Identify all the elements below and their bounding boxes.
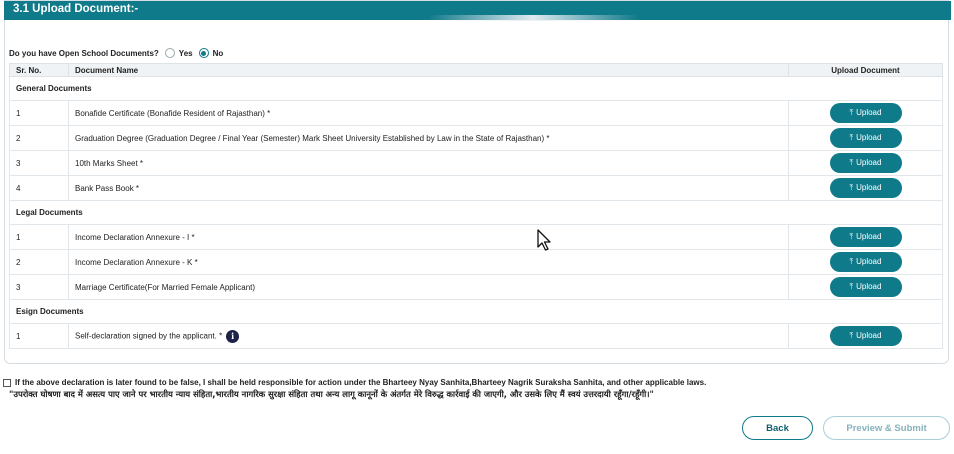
table-row: 4 Bank Pass Book * ⤒ Upload xyxy=(9,175,943,201)
upload-button[interactable]: ⤒ Upload xyxy=(829,128,902,148)
table-row: 1 Bonafide Certificate (Bonafide Resident… xyxy=(9,100,943,126)
table-row: 3 Marriage Certificate(For Married Female… xyxy=(9,274,943,300)
row-upload-cell: ⤒ Upload xyxy=(788,224,943,250)
row-document-name-cell: Bank Pass Book * xyxy=(68,175,789,201)
row-document-name-cell: Income Declaration Annexure - K * xyxy=(68,249,789,275)
upload-arrow-icon: ⤒ xyxy=(849,282,854,291)
question-label: Do you have Open School Documents? xyxy=(9,48,159,58)
upload-button-label: Upload xyxy=(856,257,882,266)
table-header-row: Sr. No. Document Name Upload Document xyxy=(9,63,943,77)
upload-button[interactable]: ⤒ Upload xyxy=(829,227,902,247)
panel-header: 3.1 Upload Document:- xyxy=(4,1,951,21)
row-sr-no: 1 xyxy=(9,224,69,250)
row-document-name-cell: Bonafide Certificate (Bonafide Resident … xyxy=(68,100,789,126)
row-document-name-cell: 10th Marks Sheet * xyxy=(68,150,789,176)
upload-button[interactable]: ⤒ Upload xyxy=(829,153,902,173)
upload-button[interactable]: ⤒ Upload xyxy=(829,103,902,123)
upload-button[interactable]: ⤒ Upload xyxy=(829,252,902,272)
row-document-name: 10th Marks Sheet * xyxy=(75,158,144,168)
table-row: 3 10th Marks Sheet * ⤒ Upload xyxy=(9,150,943,176)
declaration-english: If the above declaration is later found … xyxy=(15,378,707,387)
row-document-name: Bonafide Certificate (Bonafide Resident … xyxy=(75,108,271,118)
row-document-name: Income Declaration Annexure - I * xyxy=(75,232,195,242)
upload-button-label: Upload xyxy=(856,331,882,340)
row-upload-cell: ⤒ Upload xyxy=(788,249,943,275)
upload-arrow-icon: ⤒ xyxy=(849,232,854,241)
mouse-pointer-icon xyxy=(537,229,551,251)
row-sr-no: 1 xyxy=(9,100,69,126)
upload-button[interactable]: ⤒ Upload xyxy=(829,277,902,297)
upload-arrow-icon: ⤒ xyxy=(849,257,854,266)
row-upload-cell: ⤒ Upload xyxy=(788,175,943,201)
declaration-hindi: "उपरोक्त घोषणा बाद में असत्य पाए जाने पर… xyxy=(9,389,654,399)
row-document-name: Bank Pass Book * xyxy=(75,183,140,193)
row-document-name: Marriage Certificate(For Married Female … xyxy=(75,282,256,292)
header-document-name: Document Name xyxy=(68,63,789,77)
header-highlight xyxy=(428,15,638,21)
section-title: General Documents xyxy=(9,76,943,101)
table-row: 1 Self-declaration signed by the applican… xyxy=(9,323,943,349)
panel-title: 3.1 Upload Document:- xyxy=(13,3,139,15)
row-document-name-cell: Marriage Certificate(For Married Female … xyxy=(68,274,789,300)
upload-button[interactable]: ⤒ Upload xyxy=(829,178,902,198)
section-title: Esign Documents xyxy=(9,299,943,324)
row-document-name: Income Declaration Annexure - K * xyxy=(75,257,198,267)
section-row: Esign Documents xyxy=(9,299,943,324)
row-upload-cell: ⤒ Upload xyxy=(788,150,943,176)
upload-button-label: Upload xyxy=(856,232,882,241)
back-button[interactable]: Back xyxy=(742,416,813,440)
declaration-checkbox[interactable] xyxy=(3,378,11,387)
row-sr-no: 3 xyxy=(9,274,69,300)
upload-arrow-icon: ⤒ xyxy=(849,158,854,167)
section-title: Legal Documents xyxy=(9,200,943,225)
radio-no-label: No xyxy=(212,48,224,58)
row-sr-no: 2 xyxy=(9,249,69,275)
row-upload-cell: ⤒ Upload xyxy=(788,323,943,349)
row-document-name-cell: Self-declaration signed by the applicant… xyxy=(68,323,789,349)
documents-table-body: General Documents 1 Bonafide Certificate (… xyxy=(9,76,943,349)
row-document-name-cell: Graduation Degree (Graduation Degree / F… xyxy=(68,125,789,151)
upload-button-label: Upload xyxy=(856,282,882,291)
info-icon[interactable]: i xyxy=(226,329,240,343)
upload-button-label: Upload xyxy=(856,158,882,167)
table-row: 2 Graduation Degree (Graduation Degree / … xyxy=(9,125,943,151)
row-document-name: Graduation Degree (Graduation Degree / F… xyxy=(75,133,550,143)
table-row: 2 Income Declaration Annexure - K * ⤒ Uploa… xyxy=(9,249,943,275)
upload-button-label: Upload xyxy=(856,108,882,117)
row-sr-no: 4 xyxy=(9,175,69,201)
upload-arrow-icon: ⤒ xyxy=(849,133,854,142)
header-upload-document: Upload Document xyxy=(788,63,943,77)
section-row: Legal Documents xyxy=(9,200,943,225)
radio-yes-label: Yes xyxy=(178,48,193,58)
row-sr-no: 3 xyxy=(9,150,69,176)
upload-arrow-icon: ⤒ xyxy=(849,331,854,340)
radio-yes[interactable] xyxy=(164,48,175,58)
open-school-question: Do you have Open School Documents? Yes N… xyxy=(9,48,223,58)
upload-button-label: Upload xyxy=(856,183,882,192)
table-row: 1 Income Declaration Annexure - I * ⤒ Uploa… xyxy=(9,224,943,250)
row-document-name-cell: Income Declaration Annexure - I * xyxy=(68,224,789,250)
row-upload-cell: ⤒ Upload xyxy=(788,100,943,126)
upload-button-label: Upload xyxy=(856,133,882,142)
upload-button[interactable]: ⤒ Upload xyxy=(829,326,902,346)
row-upload-cell: ⤒ Upload xyxy=(788,125,943,151)
row-document-name: Self-declaration signed by the applicant… xyxy=(75,331,223,341)
declaration: If the above declaration is later found … xyxy=(3,378,706,387)
upload-arrow-icon: ⤒ xyxy=(849,108,854,117)
documents-table: Sr. No. Document Name Upload Document Ge… xyxy=(9,63,943,349)
row-upload-cell: ⤒ Upload xyxy=(788,274,943,300)
row-sr-no: 1 xyxy=(9,323,69,349)
row-sr-no: 2 xyxy=(9,125,69,151)
preview-submit-button[interactable]: Preview & Submit xyxy=(823,416,950,440)
upload-arrow-icon: ⤒ xyxy=(849,183,854,192)
radio-no[interactable] xyxy=(198,48,209,58)
section-row: General Documents xyxy=(9,76,943,101)
header-sr-no: Sr. No. xyxy=(9,63,69,77)
